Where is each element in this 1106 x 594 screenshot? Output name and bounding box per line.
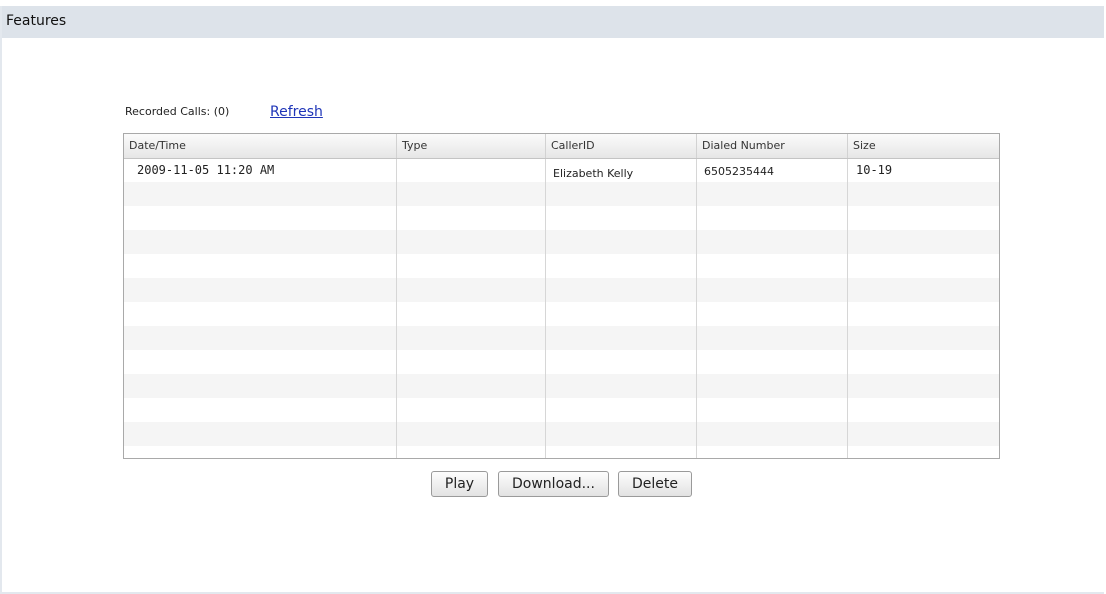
download-button[interactable]: Download... xyxy=(498,471,609,497)
column-divider xyxy=(696,158,697,458)
cell-callerid: Elizabeth Kelly xyxy=(553,167,634,180)
column-header-datetime[interactable]: Date/Time xyxy=(124,134,397,158)
delete-button[interactable]: Delete xyxy=(618,471,692,497)
cell-dialed-number: 6505235444 xyxy=(704,165,774,178)
column-divider xyxy=(396,158,397,458)
table-row-empty xyxy=(124,230,999,254)
table-row-empty xyxy=(124,302,999,326)
table-row-empty xyxy=(124,422,999,446)
column-header-size[interactable]: Size xyxy=(848,134,999,158)
column-header-callerid[interactable]: CallerID xyxy=(546,134,697,158)
recorded-calls-table: Date/Time Type CallerID Dialed Number Si… xyxy=(123,133,1000,459)
column-divider xyxy=(847,158,848,458)
panel-header: Features xyxy=(2,6,1104,38)
table-row-empty xyxy=(124,206,999,230)
column-divider xyxy=(545,158,546,458)
table-row-empty xyxy=(124,350,999,374)
table-row-empty xyxy=(124,254,999,278)
cell-datetime: 2009-11-05 11:20 AM xyxy=(137,163,275,177)
play-button[interactable]: Play xyxy=(431,471,488,497)
table-row-empty xyxy=(124,374,999,398)
table-row-empty xyxy=(124,278,999,302)
column-header-type[interactable]: Type xyxy=(397,134,546,158)
panel-title: Features xyxy=(6,13,67,29)
table-row-empty xyxy=(124,326,999,350)
table-header: Date/Time Type CallerID Dialed Number Si… xyxy=(124,134,999,159)
table-row-empty xyxy=(124,398,999,422)
table-row-empty xyxy=(124,182,999,206)
refresh-link[interactable]: Refresh xyxy=(270,104,323,120)
column-header-dialed-number[interactable]: Dialed Number xyxy=(697,134,848,158)
cell-size: 10-19 xyxy=(856,163,893,177)
recorded-calls-label: Recorded Calls: (0) xyxy=(125,105,230,118)
